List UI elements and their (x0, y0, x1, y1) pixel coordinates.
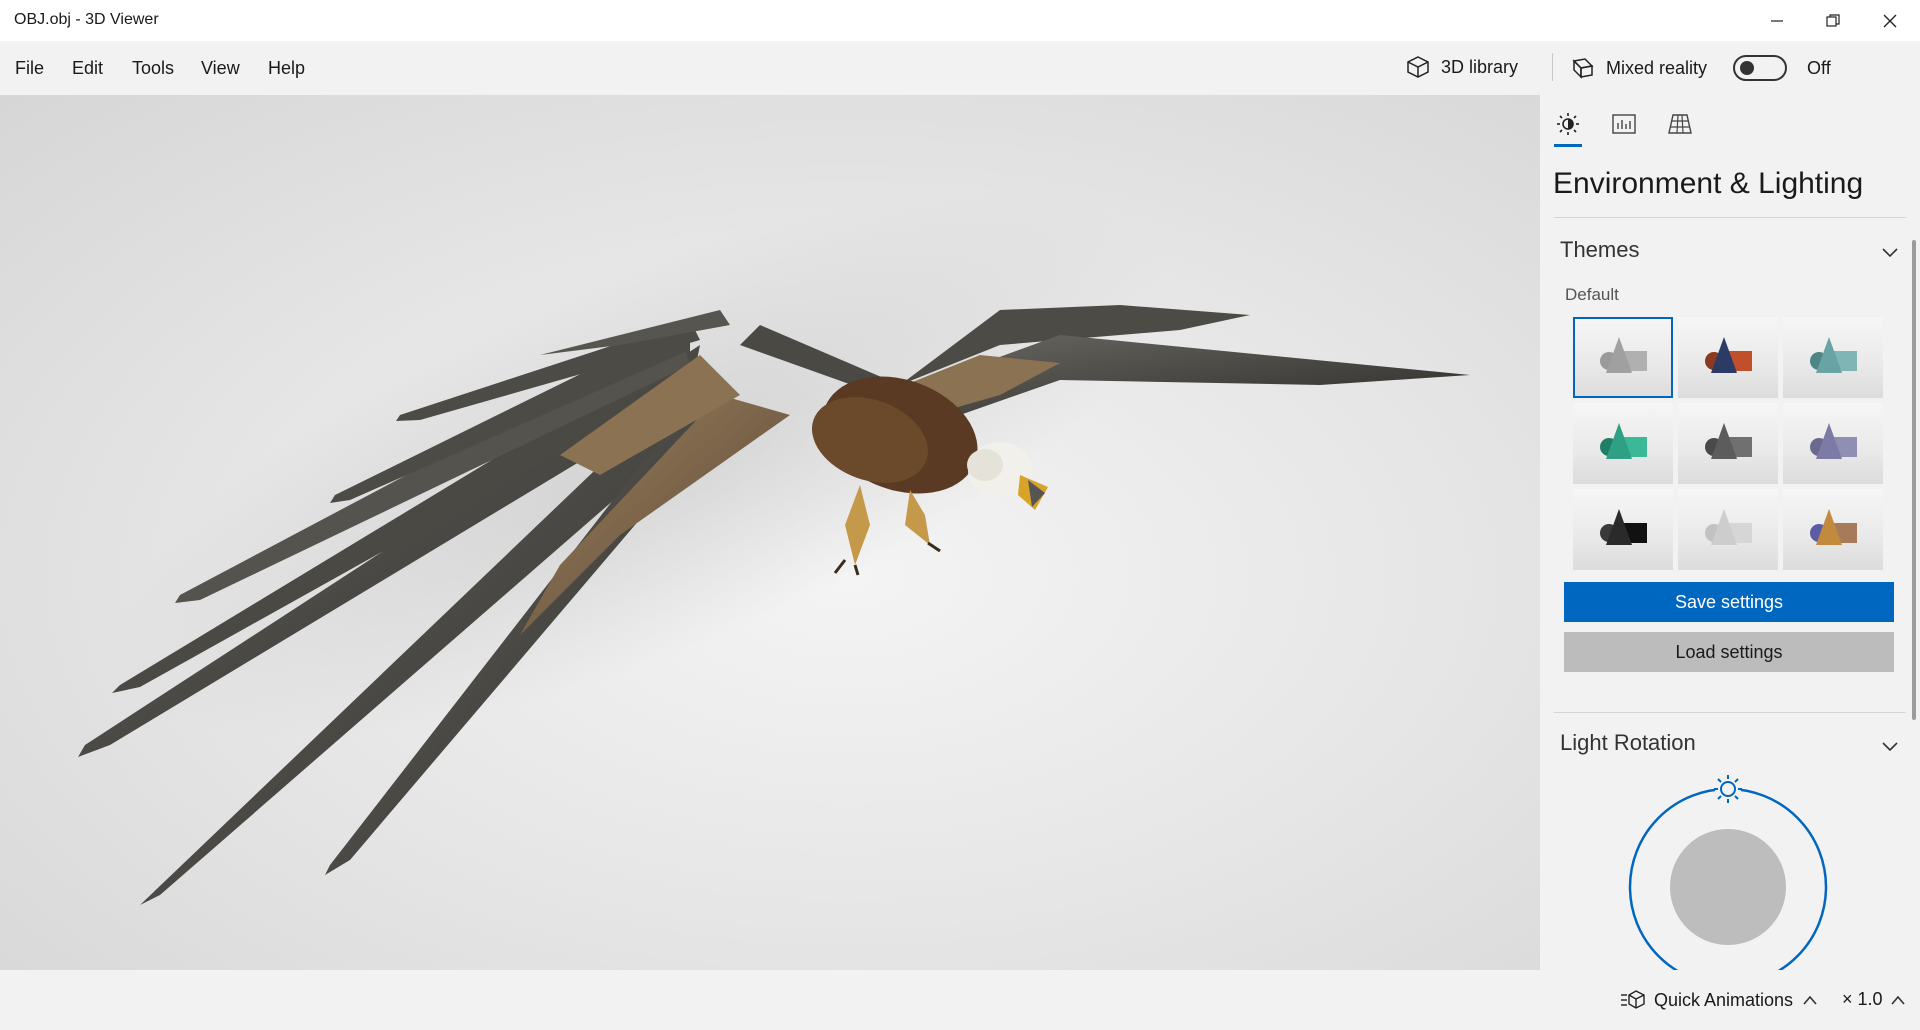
3d-viewport[interactable] (0, 95, 1540, 970)
menu-view[interactable]: View (201, 58, 240, 79)
eagle-model[interactable] (0, 95, 1540, 970)
theme-preview (1705, 509, 1752, 545)
theme-option[interactable] (1678, 317, 1778, 398)
playback-speed-button[interactable]: × 1.0 (1842, 989, 1907, 1010)
light-rotation-sphere[interactable] (1670, 829, 1786, 945)
chevron-down-icon[interactable] (1879, 735, 1901, 757)
chevron-down-icon[interactable] (1879, 241, 1901, 263)
mixed-reality-group: Mixed reality Off (1570, 55, 1831, 81)
load-settings-button[interactable]: Load settings (1564, 632, 1894, 672)
minimize-icon (1771, 19, 1783, 22)
menu-bar: File Edit Tools View Help 3D library Mix… (0, 41, 1920, 95)
quick-animations-button[interactable]: Quick Animations (1620, 989, 1819, 1011)
theme-preview (1600, 423, 1647, 459)
menu-file[interactable]: File (15, 58, 44, 79)
divider (1554, 217, 1906, 218)
panel-tabs (1554, 111, 1694, 147)
tab-mesh-grid[interactable] (1666, 111, 1694, 147)
theme-preview (1810, 509, 1857, 545)
close-button[interactable] (1862, 0, 1918, 41)
restore-icon (1826, 13, 1840, 27)
toggle-knob (1740, 61, 1755, 75)
theme-option[interactable] (1678, 489, 1778, 570)
mixed-reality-label: Mixed reality (1606, 57, 1708, 78)
menu-tools[interactable]: Tools (132, 58, 174, 79)
sun-handle-icon[interactable] (1714, 775, 1742, 803)
themes-subtitle: Default (1565, 285, 1619, 304)
close-icon (1883, 14, 1897, 27)
theme-preview (1705, 423, 1752, 459)
stats-icon (1612, 114, 1636, 134)
3d-library-label: 3D library (1441, 56, 1519, 77)
theme-option[interactable] (1783, 403, 1883, 484)
toolbar-divider (1552, 53, 1553, 81)
cube-icon (1407, 56, 1429, 78)
theme-option[interactable] (1783, 317, 1883, 398)
panel-title: Environment & Lighting (1553, 167, 1864, 200)
menu-edit[interactable]: Edit (72, 58, 103, 79)
menu-help[interactable]: Help (268, 58, 305, 79)
light-rotation-title: Light Rotation (1560, 730, 1696, 755)
3d-library-button[interactable]: 3D library (1405, 55, 1518, 79)
playback-speed-label: × 1.0 (1842, 989, 1883, 1009)
minimize-button[interactable] (1749, 0, 1805, 41)
save-settings-button[interactable]: Save settings (1564, 582, 1894, 622)
theme-preview (1810, 423, 1857, 459)
theme-preview (1810, 337, 1857, 373)
theme-preview (1600, 509, 1647, 545)
mixed-reality-toggle[interactable] (1733, 55, 1788, 81)
animation-icon (1621, 990, 1645, 1009)
light-rotation-header[interactable]: Light Rotation (1560, 730, 1696, 756)
divider (1554, 712, 1906, 713)
themes-title: Themes (1560, 237, 1640, 262)
theme-preview (1600, 337, 1647, 373)
theme-option[interactable] (1678, 403, 1778, 484)
tab-environment-lighting[interactable] (1554, 111, 1582, 147)
theme-option[interactable] (1573, 489, 1673, 570)
window-title: OBJ.obj - 3D Viewer (14, 11, 159, 28)
chevron-up-icon (1890, 995, 1905, 1005)
theme-preview (1705, 337, 1752, 373)
themes-header[interactable]: Themes (1560, 237, 1639, 263)
bottom-bar: Quick Animations × 1.0 (0, 970, 1920, 1030)
grid-icon (1668, 114, 1692, 134)
chevron-up-icon (1803, 995, 1817, 1005)
light-rotation-dial[interactable] (1620, 775, 1840, 970)
tab-stats-shading[interactable] (1610, 111, 1638, 147)
side-panel: Environment & Lighting Themes Default Sa… (1540, 95, 1920, 970)
restore-button[interactable] (1805, 0, 1861, 41)
title-bar: OBJ.obj - 3D Viewer (0, 0, 1920, 41)
sun-icon (1557, 113, 1579, 135)
mixed-reality-icon (1572, 58, 1594, 79)
theme-option[interactable] (1573, 403, 1673, 484)
panel-scrollbar[interactable] (1912, 240, 1916, 720)
theme-grid (1573, 317, 1883, 570)
theme-option[interactable] (1573, 317, 1673, 398)
theme-option[interactable] (1783, 489, 1883, 570)
quick-animations-label: Quick Animations (1654, 989, 1794, 1010)
mixed-reality-state: Off (1807, 57, 1831, 78)
